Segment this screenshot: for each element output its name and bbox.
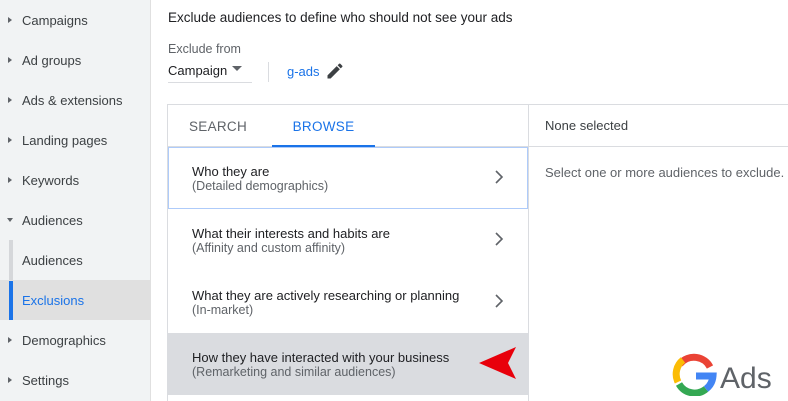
sidebar-item-label: Ads & extensions (22, 92, 123, 108)
caret-right-icon (8, 137, 12, 143)
tab-search[interactable]: SEARCH (168, 105, 268, 147)
red-arrow-pointer-icon (479, 347, 516, 379)
sidebar-item-label: Settings (22, 372, 69, 388)
selected-hint: Select one or more audiences to exclude. (545, 165, 785, 180)
chevron-right-icon (495, 170, 504, 184)
category-title: How they have interacted with your busin… (192, 350, 450, 365)
edit-pencil-icon[interactable] (325, 61, 345, 81)
caret-right-icon (8, 97, 12, 103)
page-heading: Exclude audiences to define who should n… (168, 10, 513, 25)
divider (268, 62, 269, 82)
tab-browse-label: BROWSE (292, 118, 355, 134)
sidebar-item-label: Landing pages (22, 132, 108, 148)
sidebar-item-label: Audiences (22, 252, 83, 268)
audience-tabs: SEARCH BROWSE (168, 105, 528, 148)
sidebar-subitem-exclusions[interactable]: Exclusions (0, 280, 150, 320)
sidebar-item-label: Keywords (22, 172, 80, 188)
sidebar-item-settings[interactable]: Settings (0, 360, 150, 400)
sidebar-item-landing-pages[interactable]: Landing pages (0, 120, 150, 160)
campaign-name-link[interactable]: g-ads (287, 64, 320, 79)
chevron-right-icon (495, 232, 504, 246)
sidebar-subitem-audiences[interactable]: Audiences (0, 240, 150, 280)
subnav-active-indicator (9, 281, 13, 320)
chevron-right-icon (495, 294, 504, 308)
category-title: What their interests and habits are (192, 226, 390, 241)
category-title: Who they are (192, 164, 270, 179)
caret-right-icon (8, 177, 12, 183)
sidebar-item-label: Campaigns (22, 12, 88, 28)
caret-right-icon (8, 17, 12, 23)
sidebar-item-keywords[interactable]: Keywords (0, 160, 150, 200)
category-row-interacted-business[interactable]: How they have interacted with your busin… (168, 333, 528, 395)
category-row-who-they-are[interactable]: Who they are (Detailed demographics) (168, 147, 528, 209)
caret-right-icon (8, 57, 12, 63)
column-divider (528, 105, 529, 401)
caret-right-icon (8, 337, 12, 343)
selected-status: None selected (545, 118, 629, 133)
sidebar-item-ad-groups[interactable]: Ad groups (0, 40, 150, 80)
category-title: What they are actively researching or pl… (192, 288, 460, 303)
sidebar-item-label: Exclusions (22, 292, 85, 308)
sidebar-item-label: Ad groups (22, 52, 82, 68)
sidebar-item-campaigns[interactable]: Campaigns (0, 0, 150, 40)
category-subtitle: (Remarketing and similar audiences) (192, 365, 396, 379)
level-dropdown-value: Campaign (168, 62, 228, 78)
sidebar-item-demographics[interactable]: Demographics (0, 320, 150, 360)
category-row-interests-habits[interactable]: What their interests and habits are (Aff… (168, 209, 528, 271)
sidebar-item-label: Audiences (22, 212, 83, 228)
caret-right-icon (8, 377, 12, 383)
g-ads-logo-icon: Ads (672, 353, 772, 396)
exclude-from-label: Exclude from (168, 42, 241, 56)
category-subtitle: (Detailed demographics) (192, 179, 329, 193)
level-dropdown[interactable]: Campaign (168, 58, 252, 83)
caret-down-icon (7, 218, 13, 222)
category-subtitle: (Affinity and custom affinity) (192, 241, 346, 255)
sidebar-item-ads-extensions[interactable]: Ads & extensions (0, 80, 150, 120)
sidebar: Campaigns Ad groups Ads & extensions Lan… (0, 0, 151, 401)
category-row-researching-planning[interactable]: What they are actively researching or pl… (168, 271, 528, 333)
sidebar-item-label: Demographics (22, 332, 106, 348)
dropdown-arrow-icon (232, 66, 242, 71)
tab-browse[interactable]: BROWSE (272, 105, 375, 148)
logo-text: Ads (720, 362, 772, 395)
category-subtitle: (In-market) (192, 303, 254, 317)
sidebar-item-audiences-group[interactable]: Audiences (0, 200, 150, 240)
